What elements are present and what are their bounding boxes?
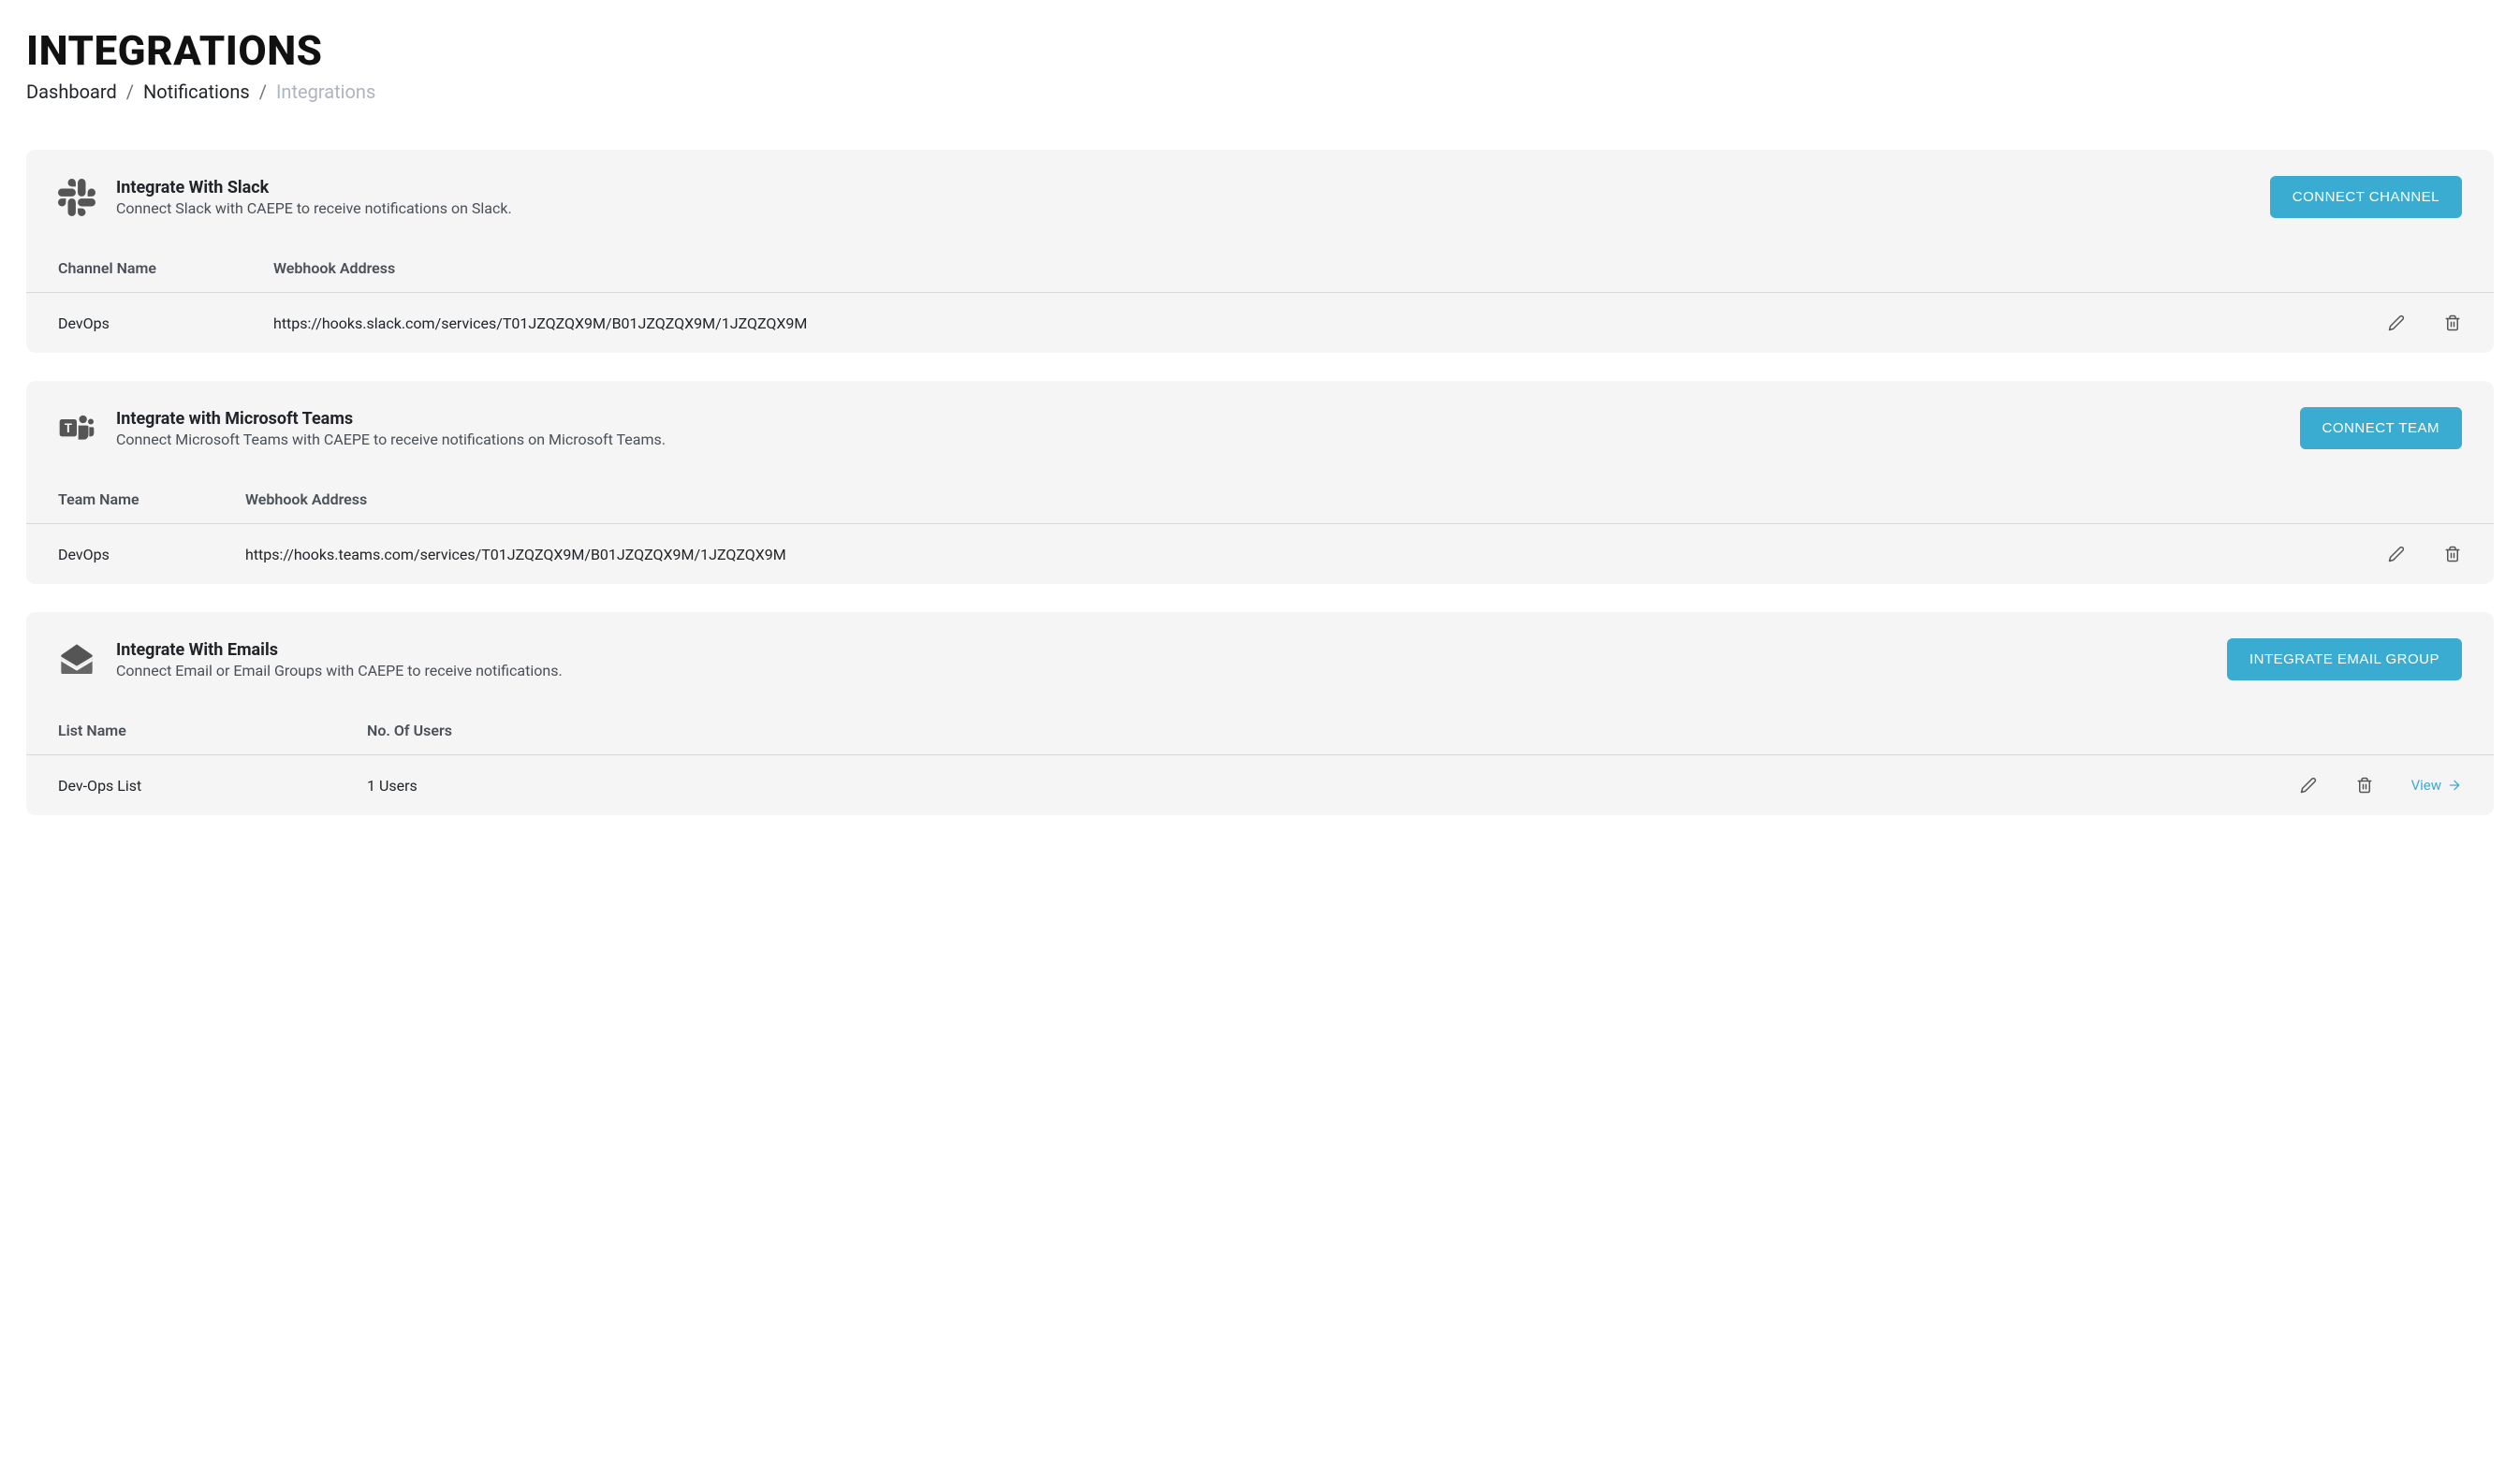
emails-title: Integrate With Emails: [116, 640, 563, 660]
emails-row-name: Dev-Ops List: [58, 777, 367, 795]
breadcrumb-sep: /: [126, 80, 134, 103]
slack-col-channel-name: Channel Name: [58, 259, 273, 277]
delete-icon[interactable]: [2443, 314, 2462, 332]
table-row: DevOps https://hooks.teams.com/services/…: [26, 524, 2494, 584]
emails-table: List Name No. Of Users Dev-Ops List 1 Us…: [26, 707, 2494, 815]
slack-table: Channel Name Webhook Address DevOps http…: [26, 244, 2494, 353]
emails-card-header: Integrate With Emails Connect Email or E…: [26, 612, 2494, 707]
slack-col-webhook: Webhook Address: [273, 259, 2331, 277]
emails-card: Integrate With Emails Connect Email or E…: [26, 612, 2494, 815]
teams-card: T Integrate with Microsoft Teams Connect…: [26, 381, 2494, 584]
page-title: INTEGRATIONS: [26, 26, 2494, 75]
teams-table-header: Team Name Webhook Address: [26, 475, 2494, 524]
teams-desc: Connect Microsoft Teams with CAEPE to re…: [116, 431, 666, 448]
slack-row-webhook: https://hooks.slack.com/services/T01JZQZ…: [273, 314, 2331, 332]
breadcrumb-dashboard[interactable]: Dashboard: [26, 80, 117, 103]
emails-col-users: No. Of Users: [367, 722, 2200, 739]
slack-desc: Connect Slack with CAEPE to receive noti…: [116, 199, 512, 217]
slack-row-name: DevOps: [58, 314, 273, 332]
emails-table-header: List Name No. Of Users: [26, 707, 2494, 755]
emails-desc: Connect Email or Email Groups with CAEPE…: [116, 662, 563, 679]
slack-icon: [58, 179, 95, 216]
edit-icon[interactable]: [2387, 314, 2406, 332]
connect-channel-button[interactable]: CONNECT CHANNEL: [2270, 176, 2462, 218]
teams-table: Team Name Webhook Address DevOps https:/…: [26, 475, 2494, 584]
breadcrumb-notifications[interactable]: Notifications: [143, 80, 250, 103]
breadcrumb: Dashboard / Notifications / Integrations: [26, 80, 2494, 103]
integrate-email-group-button[interactable]: INTEGRATE EMAIL GROUP: [2227, 638, 2462, 680]
slack-card-header: Integrate With Slack Connect Slack with …: [26, 150, 2494, 244]
table-row: Dev-Ops List 1 Users View: [26, 755, 2494, 815]
arrow-right-icon: [2447, 778, 2462, 793]
edit-icon[interactable]: [2387, 545, 2406, 563]
breadcrumb-sep: /: [259, 80, 267, 103]
teams-col-webhook: Webhook Address: [245, 490, 2331, 508]
teams-row-name: DevOps: [58, 546, 245, 563]
delete-icon[interactable]: [2443, 545, 2462, 563]
table-row: DevOps https://hooks.slack.com/services/…: [26, 293, 2494, 353]
teams-row-webhook: https://hooks.teams.com/services/T01JZQZ…: [245, 546, 2331, 563]
emails-col-list-name: List Name: [58, 722, 367, 739]
teams-icon: T: [58, 410, 95, 447]
teams-title: Integrate with Microsoft Teams: [116, 409, 666, 429]
delete-icon[interactable]: [2355, 776, 2374, 795]
view-label: View: [2411, 777, 2441, 794]
email-icon: [58, 641, 95, 679]
view-link[interactable]: View: [2411, 777, 2462, 794]
teams-card-header: T Integrate with Microsoft Teams Connect…: [26, 381, 2494, 475]
edit-icon[interactable]: [2299, 776, 2318, 795]
breadcrumb-current: Integrations: [276, 80, 375, 103]
slack-table-header: Channel Name Webhook Address: [26, 244, 2494, 293]
teams-col-team-name: Team Name: [58, 490, 245, 508]
slack-card: Integrate With Slack Connect Slack with …: [26, 150, 2494, 353]
slack-title: Integrate With Slack: [116, 178, 512, 197]
connect-team-button[interactable]: CONNECT TEAM: [2300, 407, 2462, 449]
svg-text:T: T: [65, 422, 72, 436]
emails-row-users: 1 Users: [367, 777, 2200, 795]
